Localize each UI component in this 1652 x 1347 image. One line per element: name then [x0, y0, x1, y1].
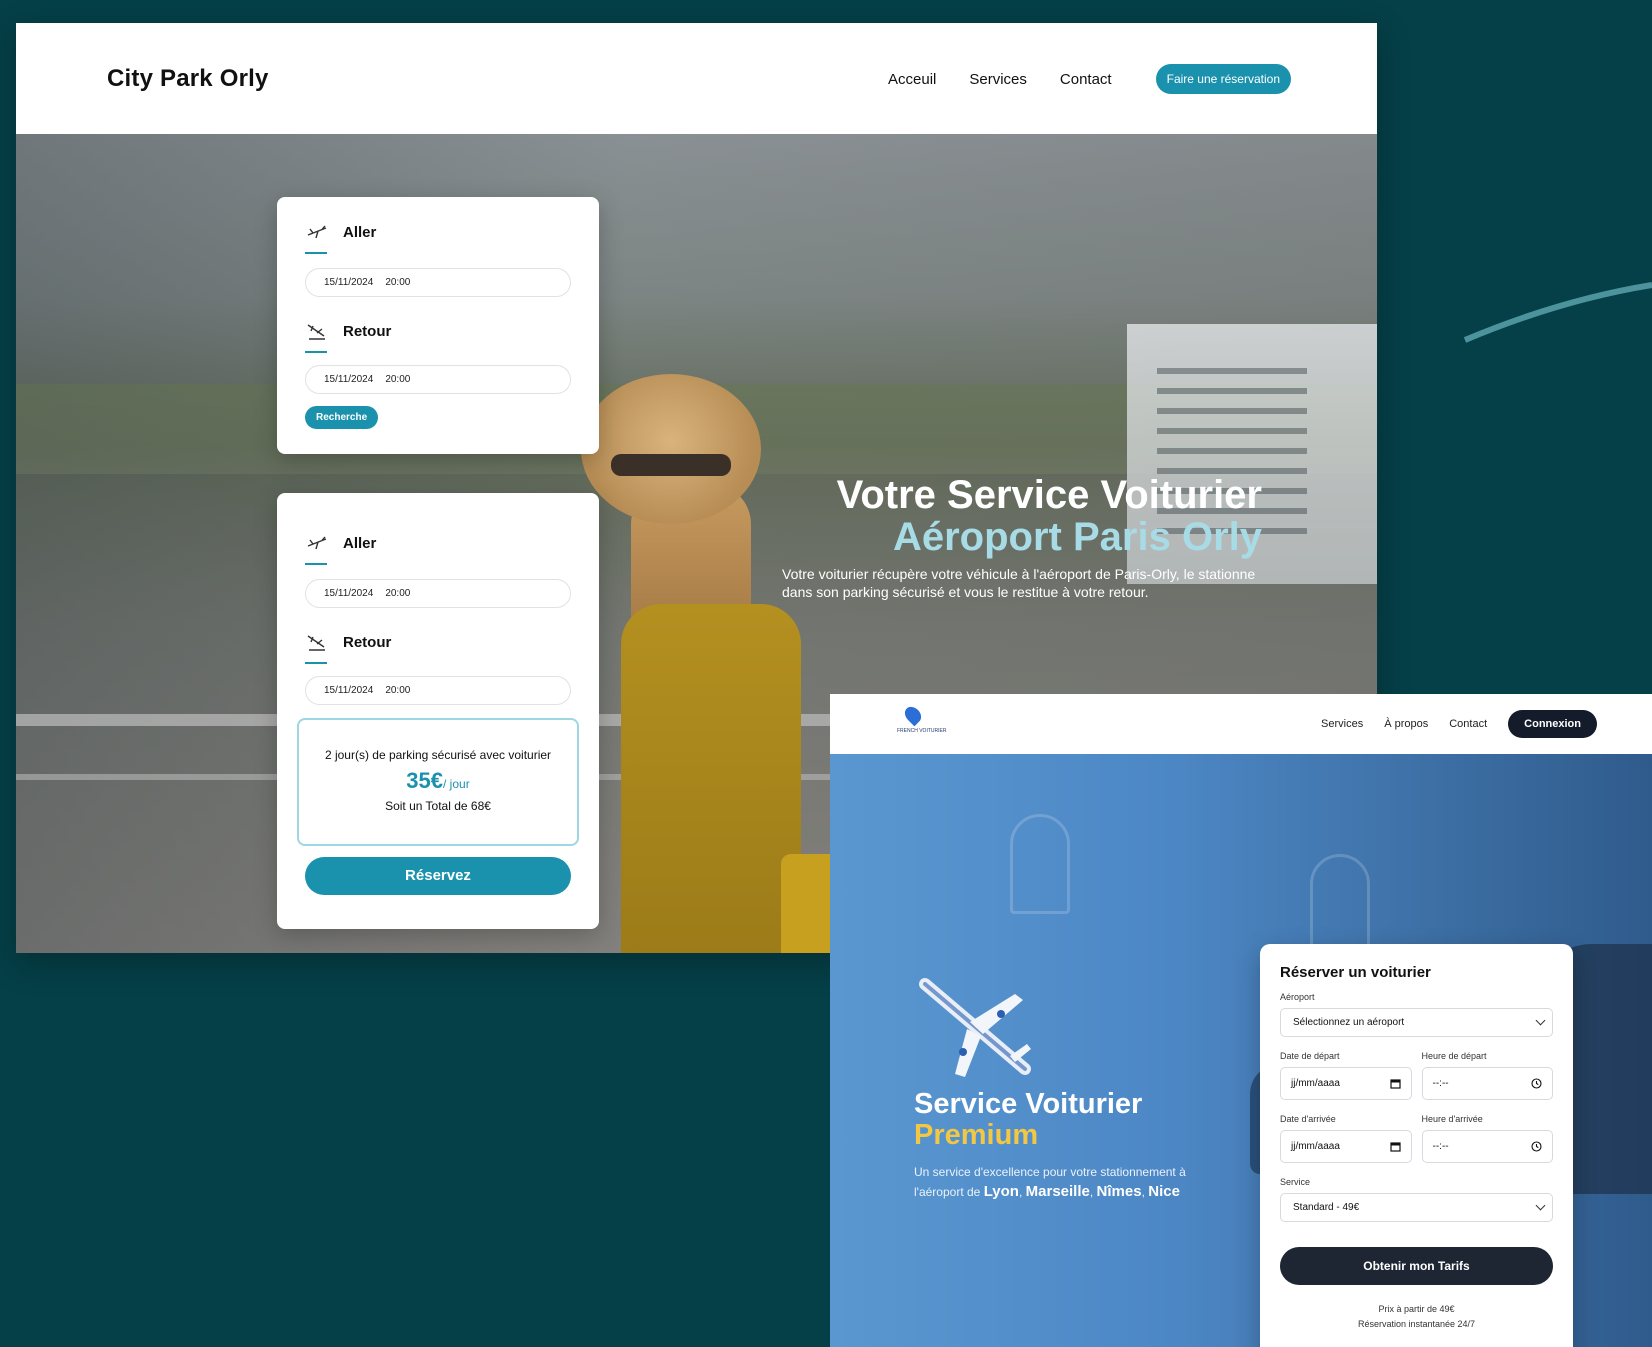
departure-time-input[interactable]: --:-- [1421, 1067, 1553, 1100]
get-rates-button[interactable]: Obtenir mon Tarifs [1280, 1247, 1553, 1285]
nav-contact[interactable]: Contact [1060, 71, 1112, 88]
departure-date-label: Date de départ [1280, 1051, 1340, 1061]
departure-time-label: Heure de départ [1421, 1051, 1487, 1061]
airport-label: Aéroport [1280, 992, 1315, 1002]
departure-date-input[interactable]: jj/mm/aaaa [1280, 1067, 1412, 1100]
background-window [1010, 814, 1070, 914]
reserve-button[interactable]: Réservez [305, 857, 571, 895]
plane-landing-icon [305, 319, 329, 353]
aller-datetime-field[interactable]: 15/11/2024 20:00 [305, 579, 571, 608]
airplane-icon [919, 978, 1031, 1077]
aller-datetime-field[interactable]: 15/11/2024 20:00 [305, 268, 571, 297]
booking-card: Aller 15/11/2024 20:00 Retour 15/11/2024 2… [277, 493, 599, 929]
frenchvoiturier-nav: Services À propos Contact Connexion [1321, 710, 1597, 738]
citypark-header: City Park Orly Acceuil Services Contact … [16, 23, 1377, 134]
plane-landing-icon [305, 630, 329, 664]
retour-label: Retour [343, 322, 392, 340]
frenchvoiturier-header: FRENCH VOITURIER Services À propos Conta… [830, 694, 1652, 754]
calendar-icon [1389, 1079, 1401, 1089]
parking-summary-text: 2 jour(s) de parking sécurisé avec voitu… [324, 748, 552, 762]
frenchvoiturier-hero: Service Voiturier Premium Un service d'e… [830, 754, 1652, 1347]
total-price: Soit un Total de 68€ [385, 799, 491, 813]
arrival-time-input[interactable]: --:-- [1421, 1130, 1553, 1163]
citypark-nav: Acceuil Services Contact Faire une réser… [888, 64, 1291, 94]
retour-row: Retour [305, 319, 571, 353]
nav-services[interactable]: Services [969, 71, 1027, 88]
hero-subtitle: Votre voiturier récupère votre véhicule … [782, 566, 1256, 600]
retour-datetime-field[interactable]: 15/11/2024 20:00 [305, 365, 571, 394]
nav-about[interactable]: À propos [1384, 718, 1428, 730]
clock-icon [1531, 1078, 1542, 1089]
location-pin-icon [901, 703, 925, 727]
daily-price: 35€/ jour [406, 768, 470, 793]
service-select[interactable]: Standard - 49€ [1280, 1193, 1553, 1222]
chevron-down-icon [1535, 1200, 1546, 1211]
background-window [1310, 854, 1370, 954]
citypark-logo[interactable]: City Park Orly [107, 65, 269, 93]
make-reservation-button[interactable]: Faire une réservation [1155, 64, 1291, 94]
calendar-icon [1389, 1142, 1401, 1152]
price-summary: 2 jour(s) de parking sécurisé avec voitu… [297, 718, 579, 846]
frenchvoiturier-logo[interactable]: FRENCH VOITURIER [897, 703, 946, 734]
retour-row: Retour [305, 630, 571, 664]
form-title: Réserver un voiturier [1280, 964, 1431, 981]
booking-form: Réserver un voiturier Aéroport Sélection… [1260, 944, 1573, 1347]
hero-woman-image [571, 334, 871, 953]
retour-label: Retour [343, 633, 392, 651]
plane-takeoff-icon [305, 531, 329, 565]
aller-row: Aller [305, 220, 571, 254]
aller-row: Aller [305, 531, 571, 565]
chevron-down-icon [1535, 1015, 1546, 1026]
service-label: Service [1280, 1177, 1311, 1187]
aller-label: Aller [343, 223, 377, 241]
arrival-date-input[interactable]: jj/mm/aaaa [1280, 1130, 1412, 1163]
nav-contact[interactable]: Contact [1449, 718, 1487, 730]
plane-takeoff-icon [305, 220, 329, 254]
frenchvoiturier-window: FRENCH VOITURIER Services À propos Conta… [830, 694, 1652, 1347]
clock-icon [1531, 1141, 1542, 1152]
hero-subtitle: Un service d'excellence pour votre stati… [914, 1165, 1186, 1200]
hero-title: Service Voiturier Premium [914, 1088, 1143, 1151]
search-button[interactable]: Recherche [305, 406, 379, 429]
nav-services[interactable]: Services [1321, 718, 1363, 730]
form-footnote: Prix à partir de 49€ Réservation instant… [1357, 1304, 1476, 1329]
arrival-date-label: Date d'arrivée [1280, 1114, 1336, 1124]
login-button[interactable]: Connexion [1508, 710, 1597, 738]
hero-title: Votre Service Voiturier Aéroport Paris O… [836, 473, 1262, 559]
airport-select[interactable]: Sélectionnez un aéroport [1280, 1008, 1553, 1037]
aller-label: Aller [343, 534, 377, 552]
nav-acceuil[interactable]: Acceuil [888, 71, 936, 88]
search-card: Aller 15/11/2024 20:00 Retour 15/11/2024 2… [277, 197, 599, 454]
arrival-time-label: Heure d'arrivée [1421, 1114, 1483, 1124]
retour-datetime-field[interactable]: 15/11/2024 20:00 [305, 676, 571, 705]
